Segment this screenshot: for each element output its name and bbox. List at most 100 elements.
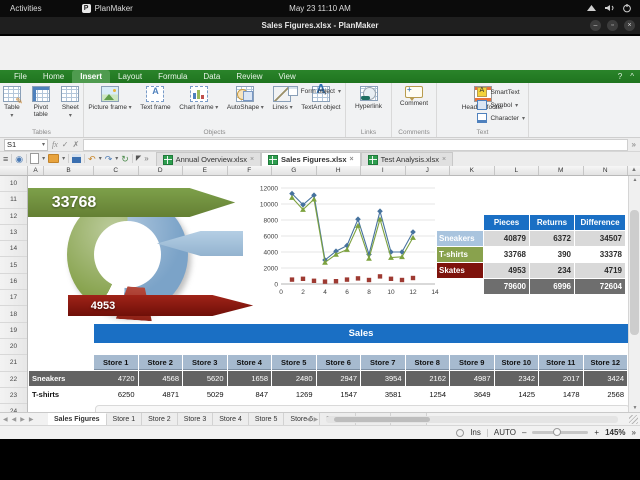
save-icon[interactable] — [72, 154, 81, 163]
cancel-icon[interactable]: ✗ — [72, 140, 79, 149]
document-tab-sales-figures-xlsx[interactable]: Sales Figures.xlsx× — [261, 152, 361, 166]
store-cell[interactable]: 5620 — [183, 371, 227, 386]
close-button[interactable]: × — [624, 20, 635, 31]
column-header-F[interactable]: F — [228, 166, 273, 175]
store-cell[interactable]: 1478 — [539, 387, 583, 402]
hscroll-right-icon[interactable]: ▶ — [314, 416, 319, 423]
ribbon-item-symbol[interactable]: Symbol▾ — [477, 100, 525, 110]
store-row-label-sneakers[interactable]: Sneakers — [29, 371, 94, 386]
help-icon[interactable]: ? — [618, 72, 622, 81]
redo-icon[interactable]: ↷ — [105, 154, 113, 164]
row-header-22[interactable]: 22 — [0, 372, 27, 388]
ribbon-tab-formula[interactable]: Formula — [150, 70, 195, 83]
store-header-store-7[interactable]: Store 7 — [361, 355, 405, 370]
callout-skates[interactable]: 4953 — [68, 295, 253, 316]
scroll-up-icon[interactable]: ▲ — [629, 177, 640, 183]
column-header-N[interactable]: N — [584, 166, 629, 175]
store-header-store-11[interactable]: Store 11 — [539, 355, 583, 370]
store-header-store-9[interactable]: Store 9 — [450, 355, 494, 370]
row-header-21[interactable]: 21 — [0, 355, 27, 371]
store-cell[interactable]: 4987 — [450, 371, 494, 386]
summary-header-difference[interactable]: Difference — [575, 215, 625, 230]
row-header-20[interactable]: 20 — [0, 339, 27, 355]
store-cell[interactable]: 4568 — [139, 371, 183, 386]
callout-t-shirts[interactable]: 33768 — [28, 188, 235, 217]
store-cell[interactable]: 2947 — [317, 371, 361, 386]
touch-mode-icon[interactable]: ◉ — [15, 154, 23, 164]
formula-input[interactable] — [83, 139, 627, 151]
store-header-store-4[interactable]: Store 4 — [228, 355, 272, 370]
sheet-tab-store-4[interactable]: Store 4 — [213, 413, 249, 425]
column-header-A[interactable]: A — [28, 166, 44, 175]
column-header-C[interactable]: C — [94, 166, 139, 175]
ribbon-tab-view[interactable]: View — [271, 70, 304, 83]
insert-mode-indicator[interactable]: Ins — [470, 428, 481, 437]
last-sheet-icon[interactable]: ▶ — [29, 416, 34, 423]
open-document-icon[interactable] — [48, 154, 59, 163]
store-cell[interactable]: 6250 — [94, 387, 138, 402]
horizontal-scrollbar[interactable] — [326, 416, 618, 423]
column-header-L[interactable]: L — [495, 166, 540, 175]
row-header-14[interactable]: 14 — [0, 241, 27, 257]
close-tab-icon[interactable]: × — [442, 156, 446, 163]
row-header-18[interactable]: 18 — [0, 306, 27, 322]
store-cell[interactable]: 2568 — [584, 387, 628, 402]
column-header-D[interactable]: D — [139, 166, 184, 175]
maximize-button[interactable]: ▫ — [607, 20, 618, 31]
prev-sheet-icon[interactable]: ◀ — [12, 416, 17, 423]
next-sheet-icon[interactable]: ▶ — [20, 416, 25, 423]
new-document-icon[interactable] — [30, 153, 39, 164]
spreadsheet-grid[interactable]: 101112131415161718192021222324 33768 408… — [0, 176, 640, 412]
sheet-tab-store-3[interactable]: Store 3 — [178, 413, 214, 425]
store-cell[interactable]: 847 — [228, 387, 272, 402]
column-header-G[interactable]: G — [272, 166, 317, 175]
store-cell[interactable]: 2342 — [495, 371, 539, 386]
menu-icon[interactable]: ≡ — [3, 154, 8, 164]
confirm-icon[interactable]: ✓ — [62, 140, 69, 149]
undo-icon[interactable]: ↶ — [88, 154, 96, 164]
refresh-icon[interactable]: ↻ — [121, 154, 129, 164]
sheet-tab-sales-figures[interactable]: Sales Figures — [48, 413, 107, 425]
store-header-store-1[interactable]: Store 1 — [94, 355, 138, 370]
store-header-store-6[interactable]: Store 6 — [317, 355, 361, 370]
toolbar-overflow-icon[interactable]: » — [144, 154, 148, 163]
clock[interactable]: May 23 11:10 AM — [0, 4, 640, 13]
row-header-19[interactable]: 19 — [0, 323, 27, 339]
column-header-I[interactable]: I — [361, 166, 406, 175]
row-header-24[interactable]: 24 — [0, 404, 27, 412]
resize-grip[interactable] — [629, 415, 638, 424]
store-cell[interactable]: 1658 — [228, 371, 272, 386]
summary-cell[interactable]: 33378 — [575, 247, 625, 262]
store-cell[interactable]: 2480 — [272, 371, 316, 386]
summary-cell[interactable]: 6372 — [530, 231, 574, 246]
store-header-store-12[interactable]: Store 12 — [584, 355, 628, 370]
ribbon-item-pivot-table[interactable]: Pivot table — [24, 86, 58, 118]
summary-row-label-t-shirts[interactable]: T-shirts — [437, 247, 483, 262]
status-overflow-icon[interactable]: » — [632, 428, 636, 437]
line-chart[interactable]: 02000400060008000100001200002468101214 — [243, 180, 443, 302]
row-header-17[interactable]: 17 — [0, 290, 27, 306]
column-header-H[interactable]: H — [317, 166, 362, 175]
summary-cell[interactable]: 234 — [530, 263, 574, 278]
store-cell[interactable]: 1547 — [317, 387, 361, 402]
column-header-M[interactable]: M — [539, 166, 584, 175]
ribbon-tab-home[interactable]: Home — [35, 70, 72, 83]
store-header-store-5[interactable]: Store 5 — [272, 355, 316, 370]
row-header-15[interactable]: 15 — [0, 257, 27, 273]
store-cell[interactable]: 1269 — [272, 387, 316, 402]
ribbon-item-text-frame[interactable]: Text frame — [138, 86, 172, 111]
summary-cell[interactable]: 34507 — [575, 231, 625, 246]
ribbon-item-form-object[interactable]: Form object▾ — [288, 86, 341, 96]
cell-reference-box[interactable]: S1 ▾ — [4, 139, 48, 151]
insert-function-icon[interactable]: fx — [52, 140, 58, 149]
store-header-store-10[interactable]: Store 10 — [495, 355, 539, 370]
horizontal-scroll-thumb[interactable] — [334, 417, 430, 422]
formula-bar-overflow-icon[interactable]: » — [632, 140, 636, 149]
store-row-label-t-shirts[interactable]: T-shirts — [29, 387, 94, 402]
summary-row-label-skates[interactable]: Skates — [437, 263, 483, 278]
vertical-scrollbar[interactable]: ▲ ▼ — [628, 176, 640, 412]
ribbon-item-picture-frame[interactable]: Picture frame ▾ — [86, 86, 133, 112]
store-cell[interactable]: 3581 — [361, 387, 405, 402]
ribbon-item-chart-frame[interactable]: Chart frame ▾ — [177, 86, 220, 112]
store-cell[interactable]: 2017 — [539, 371, 583, 386]
